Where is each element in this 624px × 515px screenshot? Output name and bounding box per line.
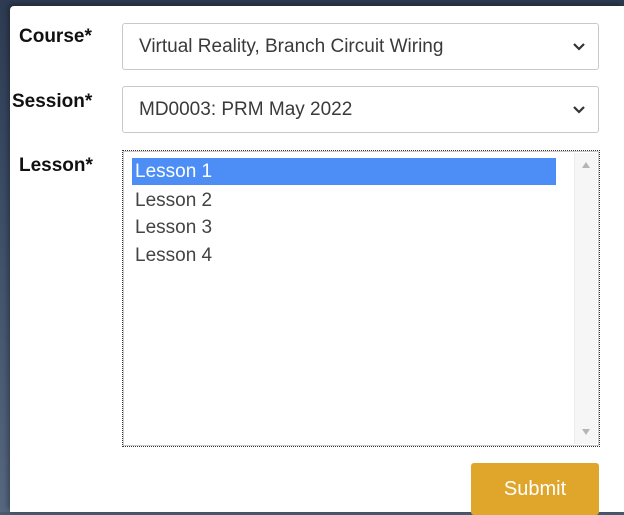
list-item[interactable]: Lesson 1 [132,158,556,185]
course-label: Course* [19,26,92,47]
session-select[interactable]: MD0003: PRM May 2022 [122,86,599,133]
chevron-down-icon [573,42,585,51]
lesson-scrollbar[interactable] [574,153,597,444]
session-label: Session* [12,91,93,112]
lesson-form-panel: Course* Virtual Reality, Branch Circuit … [10,6,624,512]
scroll-up-arrow-icon[interactable] [581,161,591,169]
submit-button[interactable]: Submit [471,463,599,515]
scroll-down-arrow-icon[interactable] [581,428,591,436]
chevron-down-icon [573,105,585,114]
course-select[interactable]: Virtual Reality, Branch Circuit Wiring [122,23,599,70]
list-item[interactable]: Lesson 2 [132,187,556,214]
course-selected-value: Virtual Reality, Branch Circuit Wiring [139,35,444,57]
list-item[interactable]: Lesson 3 [132,214,556,241]
lesson-label: Lesson* [19,155,93,176]
list-item[interactable]: Lesson 4 [132,242,556,269]
session-selected-value: MD0003: PRM May 2022 [139,98,353,120]
lesson-listbox[interactable]: Lesson 1 Lesson 2 Lesson 3 Lesson 4 [122,150,600,447]
